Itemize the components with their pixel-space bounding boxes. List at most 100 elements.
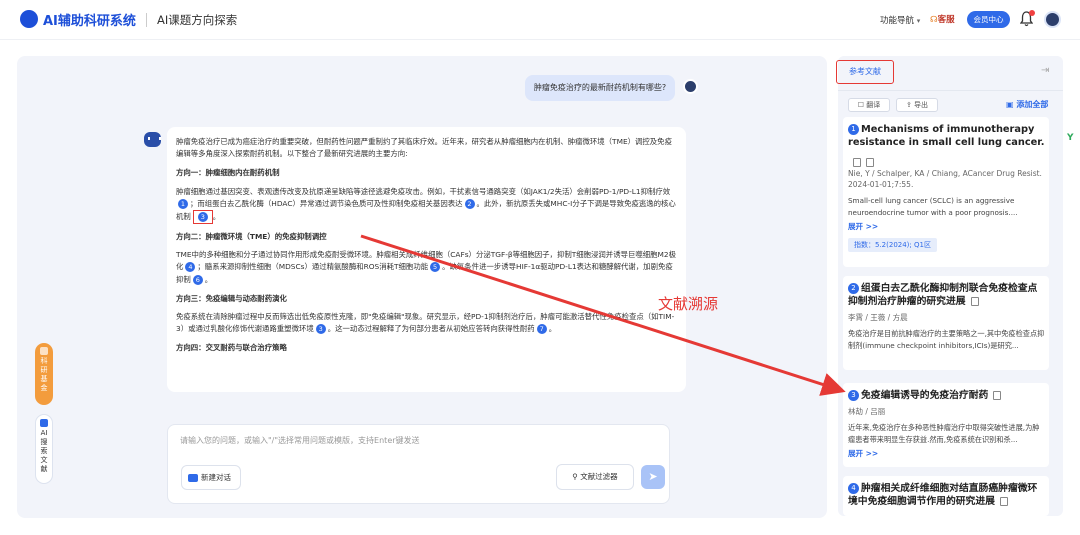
section-paragraph-2: TME中的多种细胞和分子通过协同作用形成免疫耐受微环境。肿瘤相关成纤维细胞（CA… [176, 250, 677, 285]
reference-title-text: Mechanisms of immunotherapy resistance i… [848, 124, 1045, 148]
pill-char: 文 [40, 456, 48, 464]
reference-date: 2024-01-01;7:55. [848, 180, 914, 189]
citation-badge[interactable]: 2 [464, 198, 475, 209]
reference-authors: 李霄 / 王薇 / 方晨 [848, 313, 908, 322]
fund-icon [40, 347, 48, 355]
reference-number: 3 [848, 389, 859, 401]
research-fund-button[interactable]: 科 研 基 金 [35, 343, 53, 405]
search-doc-icon [40, 419, 48, 427]
app-name[interactable]: AI辅助科研系统 [43, 10, 136, 29]
citation-badge[interactable]: 3 [315, 324, 326, 335]
section-heading-3: 方向三：免疫编辑与动态耐药演化 [176, 293, 287, 303]
copy-icon[interactable] [853, 158, 861, 167]
reference-card[interactable]: 3 免疫编辑诱导的免疫治疗耐药 林劼 / 吕丽 近年来,免疫治疗在多种恶性肿瘤治疗… [843, 383, 1049, 467]
translate-button[interactable]: ☐ 翻译 [848, 98, 890, 112]
reference-title[interactable]: 4 肿瘤相关成纤维细胞对结直肠癌肿瘤微环境中免疫细胞调节作用的研究进展 [848, 482, 1045, 508]
send-icon: ➤ [648, 470, 658, 483]
reference-number: 2 [848, 282, 859, 294]
translate-label: 翻译 [866, 101, 881, 109]
reference-abstract: 免疫治疗是目前抗肿瘤治疗的主要策略之一,其中免疫检查点抑制剂(immune ch… [848, 329, 1045, 350]
reference-tools [848, 152, 1045, 167]
pill-char: 研 [40, 366, 48, 374]
reference-card[interactable]: 1 Mechanisms of immunotherapy resistance … [843, 117, 1049, 267]
chevron-down-icon: ▾ [916, 17, 921, 25]
new-chat-button[interactable]: 新建对话 [181, 465, 241, 490]
app-logo-icon[interactable] [20, 10, 38, 28]
section-paragraph-3: 免疫系统在清除肿瘤过程中反而筛选出低免疫原性克隆，即"免疫编辑"现象。研究显示，… [176, 312, 675, 335]
member-center-button[interactable]: 会员中心 [967, 11, 1010, 28]
user-question-bubble: 肿瘤免疫治疗的最新耐药机制有哪些? [525, 75, 675, 101]
citation-badge[interactable]: 5 [430, 262, 441, 273]
expand-link[interactable]: 展开 >> [848, 221, 1045, 232]
customer-service-label: 客服 [937, 15, 955, 25]
new-chat-label: 新建对话 [201, 473, 231, 482]
section-heading-1: 方向一：肿瘤细胞内在耐药机制 [176, 168, 280, 178]
citation-badge[interactable]: 1 [178, 198, 188, 209]
impact-index-badge: 指数：5.2(2024); Q1区 [848, 238, 937, 252]
ai-search-literature-button[interactable]: AI 搜 索 文 献 [35, 414, 53, 484]
reference-title-text: 免疫编辑诱导的免疫治疗耐药 [861, 390, 989, 401]
reference-card[interactable]: 2 组蛋白去乙酰化酶抑制剂联合免疫检查点抑制剂治疗肿瘤的研究进展 李霄 / 王薇 … [843, 276, 1049, 370]
page-title: AI课题方向探索 [157, 13, 238, 27]
add-all-label: 添加全部 [1016, 100, 1049, 109]
function-nav-label: 功能导航 [880, 16, 915, 26]
headset-icon: ☊ [930, 15, 938, 25]
filter-label: 文献过滤器 [580, 472, 618, 481]
function-nav-menu[interactable]: 功能导航 ▾ [880, 14, 920, 26]
citation-badge[interactable]: 7 [536, 324, 547, 335]
translate-icon[interactable] [866, 158, 874, 167]
customer-service-button[interactable]: ☊客服 [930, 13, 955, 25]
copy-icon[interactable] [993, 390, 1002, 400]
reference-number: 4 [848, 482, 859, 494]
citation-badge[interactable]: 4 [185, 262, 196, 273]
reference-number: 1 [848, 123, 859, 135]
pill-char: AI [40, 429, 48, 437]
reference-title[interactable]: 3 免疫编辑诱导的免疫治疗耐药 [848, 389, 1045, 402]
citation-badge[interactable]: 3 [197, 212, 208, 223]
references-title[interactable]: 参考文献 [836, 60, 894, 84]
reference-title[interactable]: 2 组蛋白去乙酰化酶抑制剂联合免疫检查点抑制剂治疗肿瘤的研究进展 [848, 282, 1045, 308]
user-avatar[interactable] [1044, 11, 1061, 28]
paragraph-text: 。这一动态过程解释了为何部分患者从初始应答转向获得性耐药 [327, 324, 535, 334]
paragraph-text: ；而组蛋白去乙酰化酶（HDAC）异常通过调节染色质可及性抑制免疫相关基因表达 [190, 198, 463, 208]
reference-authors: Nie, Y / Schalper, KA / Chiang, ACancer … [848, 169, 1042, 178]
reference-card[interactable]: 4 肿瘤相关成纤维细胞对结直肠癌肿瘤微环境中免疫细胞调节作用的研究进展 [843, 476, 1049, 516]
reference-title-text: 组蛋白去乙酰化酶抑制剂联合免疫检查点抑制剂治疗肿瘤的研究进展 [848, 283, 1038, 307]
pill-char: 科 [40, 357, 48, 365]
reference-abstract: 近年来,免疫治疗在多种恶性肿瘤治疗中取得突破性进展,为肿瘤患者带来明显生存获益.… [848, 423, 1040, 444]
export-label: 导出 [914, 101, 929, 109]
reference-authors: 林劼 / 吕丽 [848, 407, 886, 416]
section-heading-4: 方向四：交叉耐药与联合治疗策略 [176, 343, 287, 353]
ai-answer-bubble: 肿瘤免疫治疗已成为癌症治疗的重要突破，但耐药性问题严重制约了其临床疗效。近年来，… [167, 127, 686, 392]
bot-avatar-icon [144, 132, 161, 147]
pill-char: 索 [40, 447, 48, 455]
copy-icon[interactable] [970, 296, 979, 306]
answer-intro: 肿瘤免疫治疗已成为癌症治疗的重要突破，但耐药性问题严重制约了其临床疗效。近年来，… [176, 137, 672, 159]
literature-filter-button[interactable]: ⚲ 文献过滤器 [556, 464, 634, 490]
side-check-icon[interactable]: Y [1067, 133, 1074, 143]
export-icon: ⇪ [905, 101, 915, 109]
pill-char: 基 [40, 375, 48, 383]
chat-bubble-icon [188, 474, 198, 482]
add-all-button[interactable]: ▣ 添加全部 [1006, 99, 1048, 110]
paragraph-text: ；髓系来源抑制性细胞（MDSCs）通过精氨酸酶和ROS消耗T细胞功能 [197, 262, 429, 272]
copy-icon[interactable] [999, 496, 1008, 506]
reference-title[interactable]: 1 Mechanisms of immunotherapy resistance … [848, 123, 1045, 149]
chat-input-placeholder: 请输入您的问题，或输入"/"选择常用问题或模版，支持Enter键发送 [180, 436, 420, 445]
expand-link[interactable]: 展开 >> [848, 448, 1045, 459]
pill-char: 搜 [40, 438, 48, 446]
paragraph-text: 肿瘤细胞通过基因突变、表观遗传改变及抗原递呈缺陷等途径逃避免疫攻击。例如，干扰素… [176, 186, 671, 196]
citation-badge[interactable]: 6 [192, 274, 203, 285]
add-doc-icon: ▣ [1006, 100, 1017, 109]
pill-char: 金 [40, 384, 48, 392]
export-button[interactable]: ⇪ 导出 [896, 98, 938, 112]
send-button[interactable]: ➤ [641, 465, 665, 489]
checkbox-icon: ☐ [857, 101, 867, 109]
user-message-avatar [683, 79, 698, 94]
reference-title-text: 肿瘤相关成纤维细胞对结直肠癌肿瘤微环境中免疫细胞调节作用的研究进展 [848, 483, 1038, 507]
section-paragraph-1: 肿瘤细胞通过基因突变、表观遗传改变及抗原递呈缺陷等途径逃避免疫攻击。例如，干扰素… [176, 186, 677, 225]
divider [838, 90, 1063, 91]
section-heading-2: 方向二：肿瘤微环境（TME）的免疫抑制调控 [176, 232, 327, 242]
collapse-panel-icon[interactable]: ⇥ [1041, 65, 1049, 76]
highlighted-citation: 3 [192, 210, 213, 225]
